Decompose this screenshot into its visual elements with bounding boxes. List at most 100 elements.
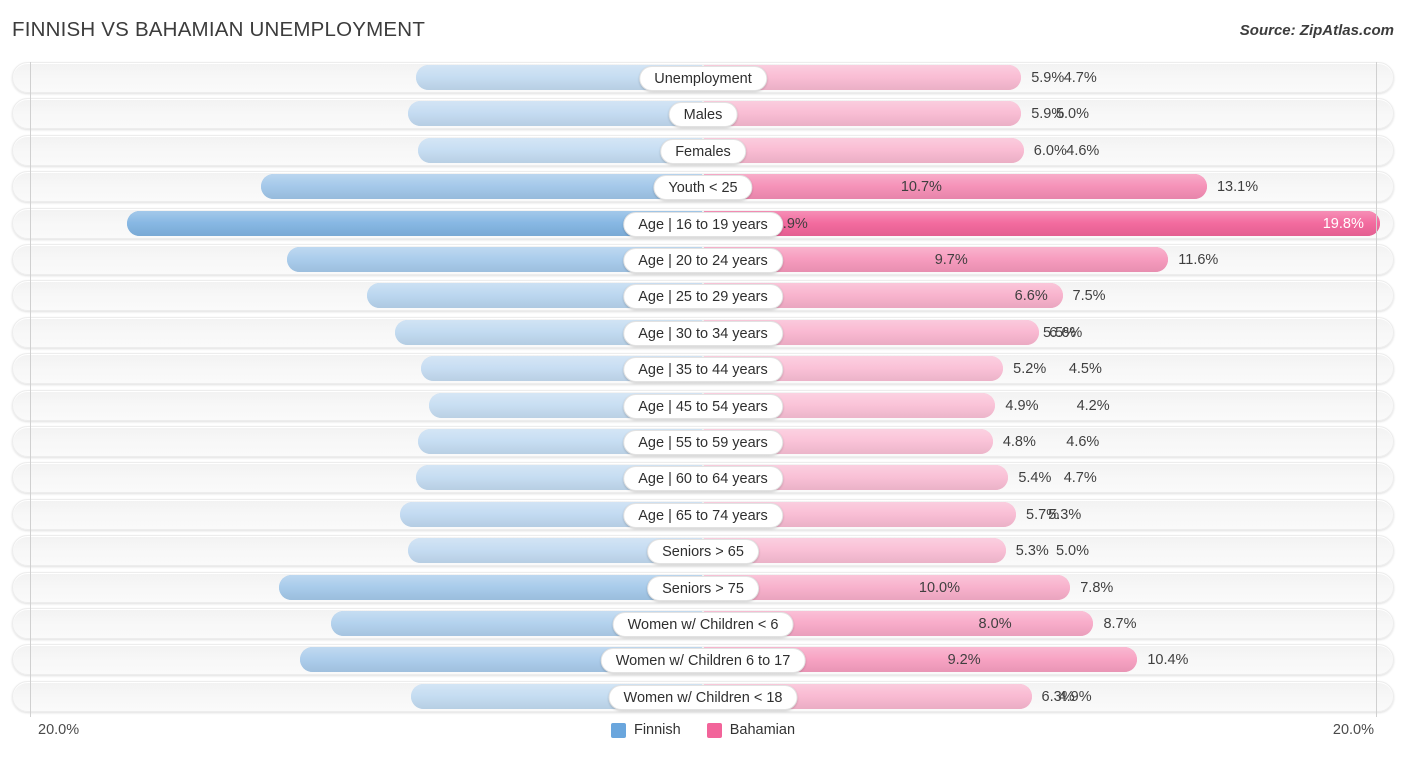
chart-row: 5.0% 5.9% Males — [12, 98, 1394, 130]
chart-row-inner: 4.5% 5.2% Age | 35 to 44 years — [13, 354, 1393, 383]
category-label: Age | 35 to 44 years — [623, 357, 783, 383]
value-label-finnish: 4.2% — [1076, 397, 1110, 414]
value-label-bahamian: 11.6% — [1178, 252, 1219, 268]
value-label-bahamian: 6.6% — [1049, 324, 1083, 341]
chart-row-inner: 15.9% 19.8% Age | 16 to 19 years — [13, 209, 1393, 238]
chart-legend: Finnish Bahamian — [0, 722, 1406, 738]
value-label-finnish: 10.7% — [900, 179, 942, 196]
chart-row-inner: 4.2% 4.9% Age | 45 to 54 years — [13, 391, 1393, 420]
chart-row: 4.6% 6.0% Females — [12, 134, 1394, 166]
value-label-bahamian: 4.9% — [1005, 397, 1039, 414]
category-label: Males — [668, 102, 738, 128]
category-label: Age | 20 to 24 years — [623, 248, 783, 273]
value-label-finnish: 9.7% — [934, 252, 968, 268]
value-label-bahamian: 19.8% — [1322, 215, 1364, 232]
category-label: Women w/ Children 6 to 17 — [600, 648, 806, 674]
chart-row-inner: 10.0% 7.8% Seniors > 75 — [13, 573, 1393, 602]
value-label-finnish: 9.2% — [947, 652, 981, 669]
chart-row: 4.2% 4.9% Age | 45 to 54 years — [12, 389, 1394, 421]
legend-label: Bahamian — [729, 722, 796, 738]
value-label-finnish: 10.0% — [918, 579, 960, 596]
bar-bahamian[interactable] — [704, 174, 1207, 200]
chart-row-inner: 5.5% 6.6% Age | 30 to 34 years — [13, 318, 1393, 347]
chart-row-inner: 4.6% 6.0% Females — [13, 136, 1393, 165]
value-label-finnish: 4.7% — [1063, 470, 1097, 487]
chart-row: 10.0% 7.8% Seniors > 75 — [12, 571, 1394, 603]
value-label-bahamian: 5.4% — [1018, 470, 1052, 487]
legend-label: Finnish — [633, 722, 681, 738]
value-label-finnish: 4.5% — [1068, 361, 1102, 378]
value-label-bahamian: 5.2% — [1013, 361, 1047, 378]
chart-plot-area: 4.7% 5.9% Unemployment 5.0% 5.9% Males 4.6% 6.0… — [12, 62, 1394, 717]
chart-row-inner: 5.0% 5.9% Males — [13, 99, 1393, 128]
chart-row-inner: 5.0% 5.3% Seniors > 65 — [13, 536, 1393, 565]
legend-item-bahamian[interactable]: Bahamian — [706, 722, 796, 738]
category-label: Age | 60 to 64 years — [623, 466, 783, 492]
chart-row: 5.0% 5.3% Seniors > 65 — [12, 535, 1394, 567]
chart-row-inner: 4.7% 5.9% Unemployment — [13, 63, 1393, 92]
value-label-finnish: 6.6% — [1014, 288, 1048, 305]
category-label: Women w/ Children < 6 — [612, 612, 794, 637]
value-label-bahamian: 4.8% — [1002, 434, 1036, 450]
chart-row: 4.7% 5.9% Unemployment — [12, 62, 1394, 93]
value-label-bahamian: 5.9% — [1031, 70, 1065, 86]
page-title: FINNISH VS BAHAMIAN UNEMPLOYMENT — [12, 18, 426, 41]
legend-swatch-icon — [706, 722, 722, 738]
category-label: Age | 16 to 19 years — [623, 211, 783, 237]
chart-row: 4.5% 5.2% Age | 35 to 44 years — [12, 353, 1394, 385]
chart-row-inner: 4.6% 4.8% Age | 55 to 59 years — [13, 427, 1393, 456]
chart-row: 5.5% 6.6% Age | 30 to 34 years — [12, 316, 1394, 348]
source-attribution: Source: ZipAtlas.com — [1239, 22, 1394, 39]
value-label-bahamian: 7.5% — [1072, 288, 1106, 305]
chart-row: 4.9% 6.3% Women w/ Children < 18 — [12, 680, 1394, 712]
value-label-finnish: 8.0% — [978, 616, 1012, 632]
chart-row-inner: 10.7% 13.1% Youth < 25 — [13, 172, 1393, 201]
value-label-bahamian: 6.0% — [1033, 142, 1067, 159]
category-label: Seniors > 75 — [647, 575, 759, 601]
chart-row: 6.6% 7.5% Age | 25 to 29 years — [12, 280, 1394, 312]
bar-finnish[interactable] — [279, 574, 702, 600]
chart-row: 9.7% 11.6% Age | 20 to 24 years — [12, 244, 1394, 275]
chart-row: 9.2% 10.4% Women w/ Children 6 to 17 — [12, 644, 1394, 676]
bar-finnish[interactable] — [260, 174, 702, 200]
chart-row-inner: 5.3% 5.7% Age | 65 to 74 years — [13, 500, 1393, 529]
category-label: Age | 30 to 34 years — [623, 320, 783, 346]
chart-page: FINNISH VS BAHAMIAN UNEMPLOYMENT Source:… — [0, 0, 1406, 757]
chart-row: 8.0% 8.7% Women w/ Children < 6 — [12, 608, 1394, 639]
category-label: Age | 55 to 59 years — [623, 430, 783, 455]
chart-row-inner: 9.7% 11.6% Age | 20 to 24 years — [13, 245, 1393, 274]
legend-swatch-icon — [610, 722, 626, 738]
chart-row-inner: 6.6% 7.5% Age | 25 to 29 years — [13, 281, 1393, 310]
legend-item-finnish[interactable]: Finnish — [610, 722, 681, 738]
category-label: Women w/ Children < 18 — [608, 684, 798, 710]
category-label: Unemployment — [639, 66, 767, 91]
category-label: Seniors > 65 — [647, 539, 759, 565]
value-label-finnish: 4.7% — [1063, 70, 1097, 86]
value-label-finnish: 5.0% — [1055, 543, 1089, 560]
chart-row-inner: 4.9% 6.3% Women w/ Children < 18 — [13, 682, 1393, 711]
gridline-left-axis — [30, 62, 31, 717]
bar-bahamian[interactable] — [704, 101, 1022, 127]
category-label: Age | 65 to 74 years — [623, 502, 783, 528]
value-label-finnish: 4.6% — [1066, 434, 1100, 450]
category-label: Youth < 25 — [653, 175, 753, 201]
value-label-bahamian: 5.7% — [1026, 506, 1060, 523]
bar-finnish[interactable] — [126, 210, 702, 236]
gridline-right-axis — [1376, 62, 1377, 717]
chart-row: 15.9% 19.8% Age | 16 to 19 years — [12, 207, 1394, 239]
chart-row: 10.7% 13.1% Youth < 25 — [12, 171, 1394, 203]
category-label: Females — [660, 138, 746, 164]
chart-row: 5.3% 5.7% Age | 65 to 74 years — [12, 498, 1394, 530]
chart-row: 4.7% 5.4% Age | 60 to 64 years — [12, 462, 1394, 494]
bar-finnish[interactable] — [408, 101, 702, 127]
value-label-bahamian: 7.8% — [1080, 579, 1114, 596]
chart-row-inner: 8.0% 8.7% Women w/ Children < 6 — [13, 609, 1393, 638]
value-label-bahamian: 5.9% — [1031, 106, 1065, 123]
category-label: Age | 25 to 29 years — [623, 284, 783, 310]
bar-bahamian[interactable] — [704, 574, 1071, 600]
bar-bahamian[interactable] — [704, 137, 1024, 163]
chart-row: 4.6% 4.8% Age | 55 to 59 years — [12, 426, 1394, 457]
chart-row-inner: 4.7% 5.4% Age | 60 to 64 years — [13, 463, 1393, 492]
value-label-bahamian: 5.3% — [1015, 543, 1049, 560]
value-label-finnish: 4.6% — [1066, 142, 1100, 159]
